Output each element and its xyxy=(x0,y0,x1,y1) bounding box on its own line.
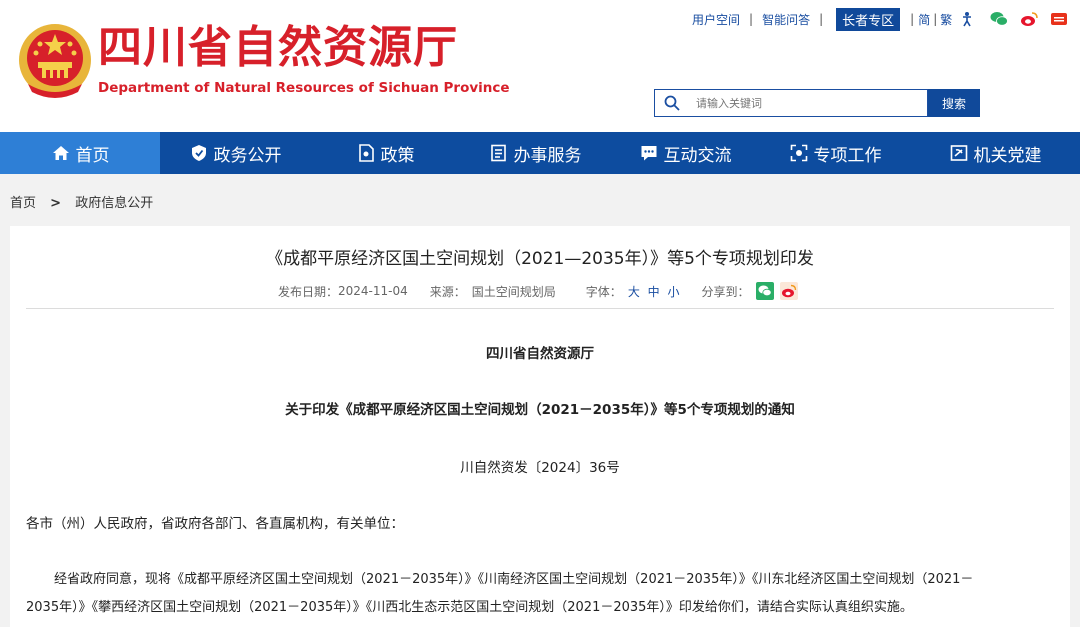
nav-item-interaction[interactable]: 互动交流 xyxy=(610,132,760,174)
focus-icon xyxy=(789,143,809,163)
top-links: 用户空间 | 智能问答 | 长者专区 | 简 | 繁 xyxy=(692,8,1068,30)
party-icon xyxy=(949,143,969,163)
body-paragraph-line1: 经省政府同意，现将《成都平原经济区国土空间规划（2021－2035年）》《川南经… xyxy=(54,568,973,587)
publish-date: 2024-11-04 xyxy=(338,284,408,298)
top-separator: | xyxy=(749,12,753,26)
nav-item-label: 机关党建 xyxy=(974,141,1042,166)
breadcrumb-current[interactable]: 政府信息公开 xyxy=(75,196,153,211)
site-header: 四川省自然资源厅 Department of Natural Resources… xyxy=(0,0,1080,132)
title-divider xyxy=(26,308,1054,309)
breadcrumb-home-link[interactable]: 首页 xyxy=(10,196,36,211)
home-icon xyxy=(51,143,71,163)
issuer-name: 四川省自然资源厅 xyxy=(10,342,1070,362)
weibo-icon[interactable] xyxy=(1020,11,1038,27)
site-title: 四川省自然资源厅 xyxy=(98,22,458,74)
search-button[interactable]: 搜索 xyxy=(928,89,980,117)
nav-item-label: 专项工作 xyxy=(814,141,882,166)
nav-item-label: 政策 xyxy=(381,141,415,166)
search-icon[interactable] xyxy=(654,89,688,117)
top-separator: | xyxy=(910,12,914,26)
document-icon xyxy=(356,143,376,163)
chat-icon xyxy=(639,143,659,163)
user-space-link[interactable]: 用户空间 xyxy=(692,11,740,28)
salutation: 各市（州）人民政府，省政府各部门、各直属机构，有关单位： xyxy=(26,512,404,532)
nav-item-home[interactable]: 首页 xyxy=(0,132,160,174)
article-panel: 《成都平原经济区国土空间规划（2021—2035年）》等5个专项规划印发 发布日… xyxy=(10,226,1070,627)
notice-title: 关于印发《成都平原经济区国土空间规划（2021－2035年）》等5个专项规划的通… xyxy=(10,398,1070,418)
nav-item-services[interactable]: 办事服务 xyxy=(460,132,610,174)
main-nav: 首页 政务公开 政策 办事服务 互动交流 专项工作 机关党建 xyxy=(0,132,1080,174)
source-label: 来源： xyxy=(430,283,466,300)
font-medium-button[interactable]: 中 xyxy=(648,285,660,299)
wechat-icon[interactable] xyxy=(990,11,1008,27)
nav-item-policy[interactable]: 政策 xyxy=(310,132,460,174)
font-size-options: 大 中 小 xyxy=(628,283,684,300)
site-subtitle: Department of Natural Resources of Sichu… xyxy=(98,80,510,96)
list-icon xyxy=(489,143,509,163)
smart-qa-link[interactable]: 智能问答 xyxy=(762,11,810,28)
document-number: 川自然资发〔2024〕36号 xyxy=(10,456,1070,476)
font-size-label: 字体： xyxy=(586,283,622,300)
date-label: 发布日期： xyxy=(278,283,338,300)
traditional-chinese-link[interactable]: 繁 xyxy=(940,11,952,28)
font-large-button[interactable]: 大 xyxy=(628,285,640,299)
nav-item-special-work[interactable]: 专项工作 xyxy=(760,132,910,174)
article-title: 《成都平原经济区国土空间规划（2021—2035年）》等5个专项规划印发 xyxy=(10,244,1070,269)
top-separator: | xyxy=(933,12,937,26)
nav-item-label: 互动交流 xyxy=(664,141,732,166)
nav-item-label: 办事服务 xyxy=(514,141,582,166)
share-weibo-icon[interactable] xyxy=(780,282,798,300)
search-input[interactable] xyxy=(688,89,928,117)
nav-item-label: 政务公开 xyxy=(214,141,282,166)
source-value: 国土空间规划局 xyxy=(472,283,556,300)
national-emblem-icon xyxy=(16,20,94,102)
simplified-chinese-link[interactable]: 简 xyxy=(918,11,930,28)
font-small-button[interactable]: 小 xyxy=(668,285,680,299)
nav-item-label: 首页 xyxy=(76,141,110,166)
toutiao-icon[interactable] xyxy=(1050,11,1068,27)
search-bar: 搜索 xyxy=(654,89,980,117)
breadcrumb-separator: > xyxy=(50,196,61,211)
breadcrumb: 首页 > 政府信息公开 xyxy=(10,192,153,211)
share-wechat-icon[interactable] xyxy=(756,282,774,300)
body-paragraph-line2: 2035年）》《攀西经济区国土空间规划（2021－2035年）》《川西北生态示范… xyxy=(26,596,913,615)
article-meta: 发布日期： 2024-11-04 来源： 国土空间规划局 字体： 大 中 小 分… xyxy=(278,282,798,300)
nav-item-party-building[interactable]: 机关党建 xyxy=(910,132,1080,174)
elder-zone-button[interactable]: 长者专区 xyxy=(836,8,900,31)
share-label: 分享到： xyxy=(702,283,750,300)
shield-icon xyxy=(189,143,209,163)
nav-item-government-affairs[interactable]: 政务公开 xyxy=(160,132,310,174)
accessibility-icon[interactable] xyxy=(958,11,976,27)
top-separator: | xyxy=(819,12,823,26)
